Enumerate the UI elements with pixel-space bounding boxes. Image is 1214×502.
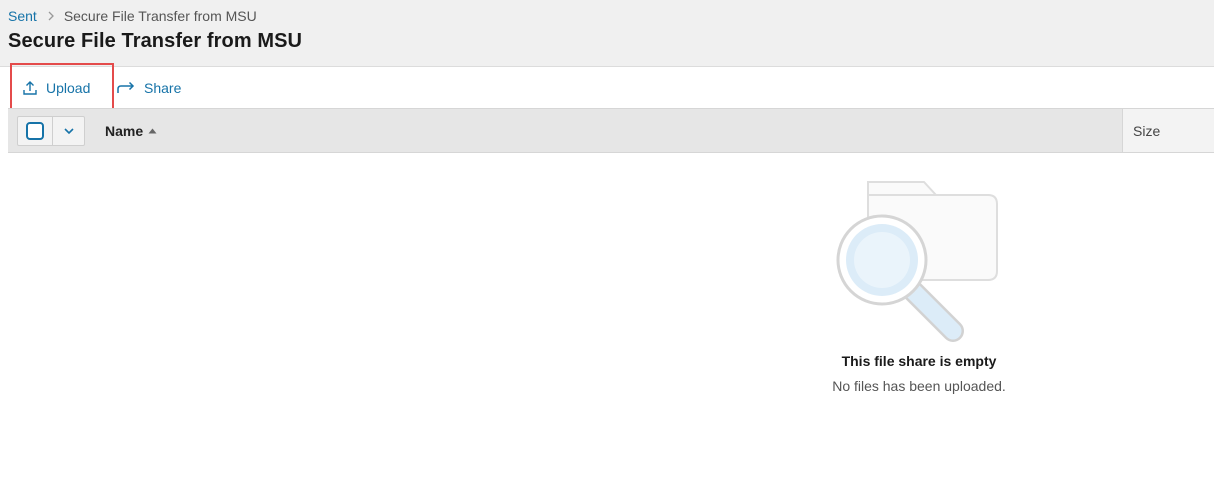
share-label: Share <box>144 80 182 96</box>
page-header: Sent Secure File Transfer from MSU Secur… <box>0 0 1214 66</box>
empty-state-title: This file share is empty <box>841 353 997 369</box>
file-list-area <box>8 153 1214 502</box>
column-name-label: Name <box>105 122 144 139</box>
upload-label: Upload <box>46 80 91 96</box>
share-button[interactable]: Share <box>116 67 181 109</box>
page-title: Secure File Transfer from MSU <box>8 30 303 52</box>
select-all-group <box>17 116 85 146</box>
folder-search-illustration <box>828 178 1008 353</box>
chevron-down-icon <box>63 122 74 140</box>
column-size-label: Size <box>1133 122 1161 139</box>
column-header-name[interactable]: Name <box>95 109 1122 152</box>
select-options-dropdown[interactable] <box>53 117 84 145</box>
upload-button[interactable]: Upload <box>22 67 90 109</box>
chevron-right-icon <box>47 11 55 21</box>
empty-state-message: No files has been uploaded. <box>832 378 1006 394</box>
toolbar: Upload Share <box>0 66 1214 108</box>
checkbox-box <box>26 122 44 140</box>
breadcrumb: Sent Secure File Transfer from MSU <box>8 7 257 25</box>
share-arrow-icon <box>116 80 136 96</box>
upload-icon <box>22 80 38 96</box>
column-header-size[interactable]: Size <box>1122 109 1214 152</box>
table-header: Name Size <box>8 108 1214 153</box>
sort-ascending-icon <box>148 128 157 134</box>
select-all-checkbox[interactable] <box>18 117 53 145</box>
breadcrumb-sent-link[interactable]: Sent <box>8 8 37 24</box>
breadcrumb-current: Secure File Transfer from MSU <box>63 8 257 24</box>
